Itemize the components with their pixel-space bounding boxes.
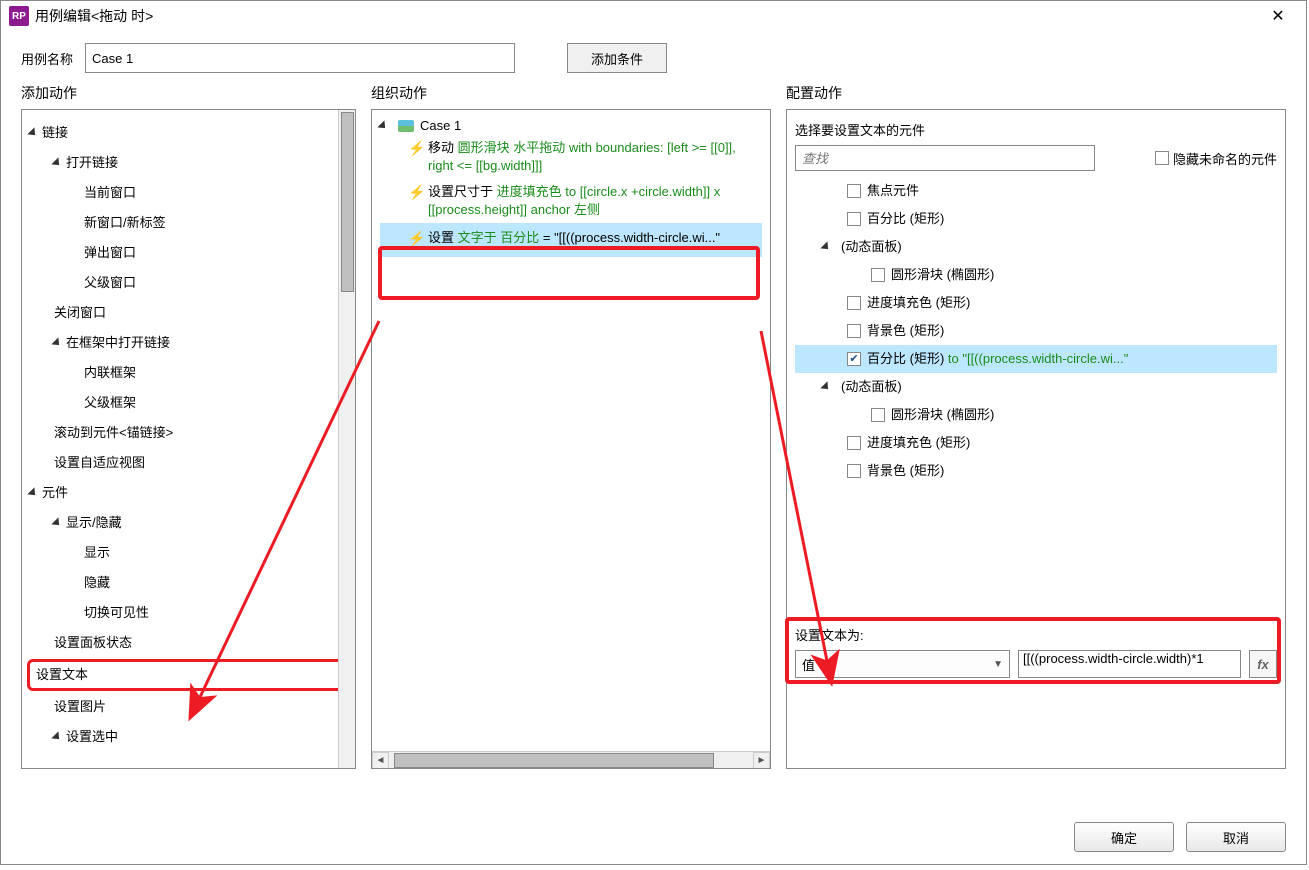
chevron-down-icon: ▼ — [993, 659, 1003, 670]
w-bg-2[interactable]: 背景色 (矩形) — [795, 457, 1277, 485]
w-fill-1[interactable]: 进度填充色 (矩形) — [795, 289, 1277, 317]
close-icon[interactable]: ✕ — [1258, 1, 1298, 31]
tree-open-in-frame[interactable]: 在框架中打开链接 — [26, 328, 351, 358]
bolt-icon: ⚡ — [408, 139, 422, 175]
w-percent[interactable]: 百分比 (矩形) — [795, 205, 1277, 233]
tree-set-text[interactable]: 设置文本 — [27, 659, 350, 691]
dialog-buttons: 确定 取消 — [1074, 822, 1286, 852]
tree-set-selected[interactable]: 设置选中 — [26, 722, 351, 752]
w-bg-1[interactable]: 背景色 (矩形) — [795, 317, 1277, 345]
select-target-label: 选择要设置文本的元件 — [795, 120, 1277, 139]
tree-links[interactable]: 链接 — [26, 118, 351, 148]
case-name-row: 用例名称 添加条件 — [1, 31, 1306, 83]
set-text-label: 设置文本为: — [795, 625, 1277, 644]
scroll-left-icon[interactable]: ◄ — [372, 752, 389, 769]
case-editor-dialog: RP 用例编辑<拖动 时> ✕ 用例名称 添加条件 添加动作 链接 打开链接 当… — [0, 0, 1307, 865]
add-tree-scrollbar[interactable] — [338, 110, 355, 768]
case-node-label: Case 1 — [420, 118, 461, 133]
set-text-section: 设置文本为: 值▼ [[((process.width-circle.width… — [795, 625, 1277, 678]
configure-header: 配置动作 — [786, 83, 1286, 109]
tree-panel-state[interactable]: 设置面板状态 — [26, 628, 351, 658]
tree-set-image[interactable]: 设置图片 — [26, 692, 351, 722]
tree-hide[interactable]: 隐藏 — [26, 568, 351, 598]
add-action-header: 添加动作 — [21, 83, 356, 109]
w-dynpanel-1[interactable]: (动态面板) — [795, 233, 1277, 261]
case-node[interactable]: Case 1 — [380, 116, 762, 135]
fx-button[interactable]: fx — [1249, 650, 1277, 678]
tree-toggle-vis[interactable]: 切换可见性 — [26, 598, 351, 628]
bolt-icon: ⚡ — [408, 183, 422, 219]
value-type-dropdown[interactable]: 值▼ — [795, 650, 1010, 678]
tree-widgets[interactable]: 元件 — [26, 478, 351, 508]
organize-header: 组织动作 — [371, 83, 771, 109]
add-condition-button[interactable]: 添加条件 — [567, 43, 667, 73]
tree-show[interactable]: 显示 — [26, 538, 351, 568]
tree-current-window[interactable]: 当前窗口 — [26, 178, 351, 208]
action-set-size[interactable]: ⚡ 设置尺寸于 进度填充色 to [[circle.x +circle.widt… — [380, 179, 762, 223]
org-h-scrollbar[interactable]: ◄ ► — [372, 751, 770, 768]
tree-show-hide[interactable]: 显示/隐藏 — [26, 508, 351, 538]
tree-close-window[interactable]: 关闭窗口 — [26, 298, 351, 328]
tree-parent-window[interactable]: 父级窗口 — [26, 268, 351, 298]
w-dynpanel-2[interactable]: (动态面板) — [795, 373, 1277, 401]
w-percent-selected[interactable]: 百分比 (矩形) to "[[((process.width-circle.wi… — [795, 345, 1277, 373]
hide-unnamed-checkbox[interactable]: 隐藏未命名的元件 — [1155, 149, 1277, 168]
case-name-input[interactable] — [85, 43, 515, 73]
action-move[interactable]: ⚡ 移动 圆形滑块 水平拖动 with boundaries: [left >=… — [380, 135, 762, 179]
organize-panel: Case 1 ⚡ 移动 圆形滑块 水平拖动 with boundaries: [… — [371, 109, 771, 769]
search-input[interactable] — [795, 145, 1095, 171]
tree-scroll-anchor[interactable]: 滚动到元件<锚链接> — [26, 418, 351, 448]
tree-inline-frame[interactable]: 内联框架 — [26, 358, 351, 388]
w-circ-slider-1[interactable]: 圆形滑块 (椭圆形) — [795, 261, 1277, 289]
w-fill-2[interactable]: 进度填充色 (矩形) — [795, 429, 1277, 457]
ok-button[interactable]: 确定 — [1074, 822, 1174, 852]
bolt-icon: ⚡ — [408, 229, 422, 247]
expression-input[interactable]: [[((process.width-circle.width)*1 — [1018, 650, 1241, 678]
case-name-label: 用例名称 — [21, 49, 73, 68]
w-focus[interactable]: 焦点元件 — [795, 177, 1277, 205]
tree-parent-frame[interactable]: 父级框架 — [26, 388, 351, 418]
add-action-tree[interactable]: 链接 打开链接 当前窗口 新窗口/新标签 弹出窗口 父级窗口 关闭窗口 在框架中… — [22, 110, 355, 768]
scroll-right-icon[interactable]: ► — [753, 752, 770, 769]
app-icon: RP — [9, 6, 29, 26]
window-title: 用例编辑<拖动 时> — [35, 6, 1258, 26]
widget-tree[interactable]: 焦点元件 百分比 (矩形) (动态面板) 圆形滑块 (椭圆形) 进度填充色 (矩… — [795, 177, 1277, 485]
configure-panel: 选择要设置文本的元件 隐藏未命名的元件 焦点元件 百分比 (矩形) (动态面板)… — [786, 109, 1286, 769]
tree-new-window[interactable]: 新窗口/新标签 — [26, 208, 351, 238]
titlebar: RP 用例编辑<拖动 时> ✕ — [1, 1, 1306, 31]
tree-adaptive-view[interactable]: 设置自适应视图 — [26, 448, 351, 478]
case-icon — [398, 120, 414, 132]
tree-open-link[interactable]: 打开链接 — [26, 148, 351, 178]
tree-popup[interactable]: 弹出窗口 — [26, 238, 351, 268]
cancel-button[interactable]: 取消 — [1186, 822, 1286, 852]
action-set-text[interactable]: ⚡ 设置 文字于 百分比 = "[[((process.width-circle… — [380, 223, 762, 257]
add-action-panel: 链接 打开链接 当前窗口 新窗口/新标签 弹出窗口 父级窗口 关闭窗口 在框架中… — [21, 109, 356, 769]
w-circ-slider-2[interactable]: 圆形滑块 (椭圆形) — [795, 401, 1277, 429]
